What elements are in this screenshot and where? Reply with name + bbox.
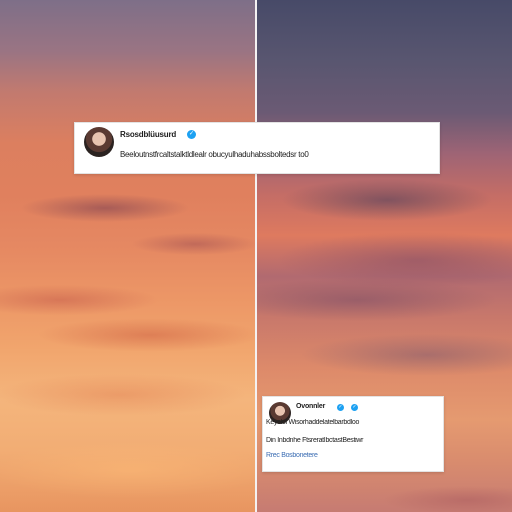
verified-badge-icon: ✓ (337, 404, 344, 411)
tweet-card-bottom[interactable]: Ovonnler ✓ ✓ Keyelol Wisorhaddelatelbarb… (262, 396, 444, 472)
tweet-text-line: Keyelol Wisorhaddelatelbarbdloo (266, 419, 360, 426)
author-name[interactable]: Ovonnler (296, 403, 325, 410)
author-name[interactable]: Rsosdblüusurd (120, 130, 176, 139)
sunset-sky-left-panel (0, 0, 255, 512)
avatar[interactable] (84, 127, 114, 157)
tweet-text: Beeloutnstfrcaltstalktldlealr obucyulhad… (120, 150, 309, 159)
verified-badge-icon: ✓ (187, 130, 196, 139)
tweet-text-line: Din Inbdnhe FtsreratIbctastBestiwr (266, 437, 364, 444)
verified-badge-icon: ✓ (351, 404, 358, 411)
split-screen-canvas: Rsosdblüusurd ✓ Beeloutnstfrcaltstalktld… (0, 0, 512, 512)
vertical-divider[interactable] (255, 0, 257, 512)
tweet-card-top[interactable]: Rsosdblüusurd ✓ Beeloutnstfrcaltstalktld… (74, 122, 440, 174)
tweet-link-line[interactable]: Rrec Bosbonetere (266, 452, 442, 459)
